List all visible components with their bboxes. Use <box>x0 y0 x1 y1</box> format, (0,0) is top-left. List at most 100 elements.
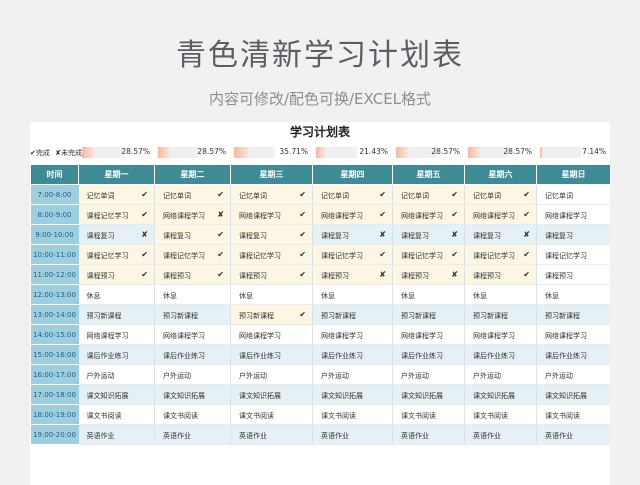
schedule-cell[interactable]: 英语作业 <box>464 424 537 445</box>
schedule-cell[interactable]: 户外运动 <box>312 364 393 385</box>
schedule-cell[interactable]: 课程复习 ✘ <box>78 224 155 245</box>
schedule-cell[interactable]: 休息 <box>536 284 610 305</box>
schedule-cell[interactable]: 课程记忆学习 ✔ <box>392 244 465 265</box>
schedule-cell[interactable]: 户外运动 <box>464 364 537 385</box>
schedule-cell[interactable]: 课后作业练习 <box>312 344 393 365</box>
schedule-cell[interactable]: 英语作业 <box>536 424 610 445</box>
schedule-cell[interactable]: 课程记忆学习 ✔ <box>230 244 313 265</box>
progress-fill <box>158 147 170 158</box>
schedule-cell[interactable]: 课程复习 ✔ <box>154 224 231 245</box>
schedule-cell[interactable]: 课后作业练习 <box>536 344 610 365</box>
schedule-cell[interactable]: 户外运动 <box>230 364 313 385</box>
schedule-cell[interactable]: 记忆单词 <box>536 184 610 205</box>
check-icon: ✔ <box>523 270 530 279</box>
schedule-cell[interactable]: 休息 <box>78 284 155 305</box>
schedule-cell[interactable]: 课文知识拓展 <box>392 384 465 405</box>
schedule-cell[interactable]: 休息 <box>392 284 465 305</box>
schedule-cell[interactable]: 课文知识拓展 <box>464 384 537 405</box>
schedule-cell[interactable]: 英语作业 <box>78 424 155 445</box>
schedule-cell[interactable]: 网络课程学习 ✔ <box>312 204 393 225</box>
schedule-cell[interactable]: 网络课程学习 <box>392 324 465 345</box>
schedule-cell[interactable]: 英语作业 <box>392 424 465 445</box>
schedule-cell[interactable]: 课文书阅读 <box>392 404 465 425</box>
schedule-cell[interactable]: 课程记忆学习 ✔ <box>154 244 231 265</box>
schedule-cell[interactable]: 课文知识拓展 <box>78 384 155 405</box>
schedule-cell[interactable]: 户外运动 <box>154 364 231 385</box>
task-label: 课后作业练习 <box>473 352 515 360</box>
schedule-cell[interactable]: 课后作业练习 <box>78 344 155 365</box>
schedule-cell[interactable]: 课文书阅读 <box>230 404 313 425</box>
task-label: 网络课程学习 <box>545 332 587 340</box>
schedule-cell[interactable]: 网络课程学习 ✔ <box>230 204 313 225</box>
schedule-cell[interactable]: 户外运动 <box>536 364 610 385</box>
schedule-cell[interactable]: 课后作业练习 <box>392 344 465 365</box>
schedule-cell[interactable]: 网络课程学习 <box>154 324 231 345</box>
schedule-cell[interactable]: 课文知识拓展 <box>154 384 231 405</box>
schedule-cell[interactable]: 课文书阅读 <box>536 404 610 425</box>
schedule-cell[interactable]: 课文知识拓展 <box>536 384 610 405</box>
schedule-cell[interactable]: 休息 <box>312 284 393 305</box>
schedule-cell[interactable]: 课文知识拓展 <box>312 384 393 405</box>
task-label: 休息 <box>163 292 177 300</box>
schedule-cell[interactable]: 记忆单词 ✔ <box>464 184 537 205</box>
schedule-cell[interactable]: 预习新课程 <box>154 304 231 325</box>
schedule-cell[interactable]: 记忆单词 ✔ <box>78 184 155 205</box>
schedule-cell[interactable]: 记忆单词 ✔ <box>392 184 465 205</box>
schedule-cell[interactable]: 课程记忆学习 ✔ <box>464 244 537 265</box>
schedule-cell[interactable]: 课程复习 ✘ <box>392 224 465 245</box>
schedule-cell[interactable]: 预习新课程 <box>78 304 155 325</box>
table-row: 7:00-8:00 记忆单词 ✔ 记忆单词 ✔ 记忆单词 ✔ 记忆单词 ✔ 记忆单词 ✔ 记忆单词 ✔ 记… <box>30 184 610 205</box>
schedule-cell[interactable]: 网络课程学习 <box>78 324 155 345</box>
schedule-cell[interactable]: 课后作业练习 <box>464 344 537 365</box>
schedule-cell[interactable]: 课程预习 ✔ <box>78 264 155 285</box>
table-row: 11:00-12:00 课程预习 ✔ 课程预习 ✔ 课程预习 ✔ 课程预习 ✘ 课程预习 ✘ 课程预习… <box>30 264 610 285</box>
schedule-cell[interactable]: 英语作业 <box>154 424 231 445</box>
schedule-cell[interactable]: 课程记忆学习 ✔ <box>78 204 155 225</box>
schedule-cell[interactable]: 课程预习 ✔ <box>464 264 537 285</box>
schedule-cell[interactable]: 休息 <box>464 284 537 305</box>
schedule-cell[interactable]: 网络课程学习 ✔ <box>464 204 537 225</box>
schedule-cell[interactable]: 课文书阅读 <box>78 404 155 425</box>
schedule-cell[interactable]: 休息 <box>154 284 231 305</box>
schedule-cell[interactable]: 网络课程学习 <box>464 324 537 345</box>
schedule-cell[interactable]: 网络课程学习 ✔ <box>392 204 465 225</box>
schedule-cell[interactable]: 课文书阅读 <box>312 404 393 425</box>
schedule-cell[interactable]: 课后作业练习 <box>230 344 313 365</box>
schedule-cell[interactable]: 课后作业练习 <box>154 344 231 365</box>
schedule-cell[interactable]: 课程记忆学习 <box>536 244 610 265</box>
schedule-cell[interactable]: 课程预习 ✘ <box>312 264 393 285</box>
schedule-cell[interactable]: 网络课程学习 ✘ <box>154 204 231 225</box>
schedule-cell[interactable]: 课程复习 <box>536 224 610 245</box>
schedule-cell[interactable]: 预习新课程 ✔ <box>230 304 313 325</box>
schedule-cell[interactable]: 预习新课程 <box>312 304 393 325</box>
schedule-cell[interactable]: 课程复习 ✘ <box>464 224 537 245</box>
check-icon: ✔ <box>379 210 386 219</box>
schedule-cell[interactable]: 课程复习 ✔ <box>230 224 313 245</box>
schedule-cell[interactable]: 课程预习 ✔ <box>230 264 313 285</box>
schedule-cell[interactable]: 课文书阅读 <box>154 404 231 425</box>
schedule-cell[interactable]: 网络课程学习 <box>230 324 313 345</box>
schedule-cell[interactable]: 记忆单词 ✔ <box>154 184 231 205</box>
schedule-cell[interactable]: 英语作业 <box>230 424 313 445</box>
schedule-cell[interactable]: 网络课程学习 <box>312 324 393 345</box>
schedule-cell[interactable]: 课程预习 ✘ <box>392 264 465 285</box>
schedule-cell[interactable]: 课程复习 ✘ <box>312 224 393 245</box>
schedule-cell[interactable]: 课程预习 ✔ <box>154 264 231 285</box>
schedule-cell[interactable]: 预习新课程 <box>392 304 465 325</box>
task-label: 网络课程学习 <box>86 332 129 340</box>
schedule-cell[interactable]: 预习新课程 <box>464 304 537 325</box>
schedule-cell[interactable]: 网络课程学习 <box>536 204 610 225</box>
schedule-cell[interactable]: 课文书阅读 <box>464 404 537 425</box>
schedule-cell[interactable]: 课程记忆学习 ✔ <box>312 244 393 265</box>
schedule-cell[interactable]: 网络课程学习 <box>536 324 610 345</box>
schedule-cell[interactable]: 记忆单词 ✔ <box>230 184 313 205</box>
schedule-cell[interactable]: 休息 <box>230 284 313 305</box>
schedule-cell[interactable]: 课程记忆学习 ✔ <box>78 244 155 265</box>
schedule-cell[interactable]: 课程预习 <box>536 264 610 285</box>
schedule-cell[interactable]: 英语作业 <box>312 424 393 445</box>
schedule-cell[interactable]: 户外运动 <box>392 364 465 385</box>
schedule-cell[interactable]: 课文知识拓展 <box>230 384 313 405</box>
schedule-cell[interactable]: 记忆单词 ✔ <box>312 184 393 205</box>
schedule-cell[interactable]: 户外运动 <box>78 364 155 385</box>
schedule-cell[interactable]: 预习新课程 <box>536 304 610 325</box>
